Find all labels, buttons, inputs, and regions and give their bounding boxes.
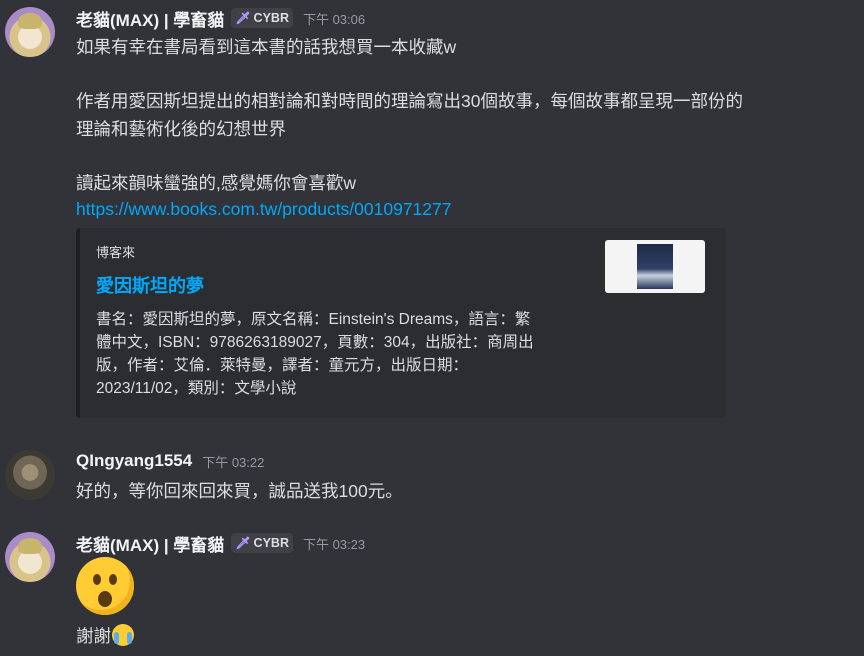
timestamp[interactable]: 下午 03:06 xyxy=(303,9,365,28)
message-header: QIngyang1554 下午 03:22 xyxy=(76,450,264,472)
sword-icon: 🗡 xyxy=(235,11,251,25)
message-link[interactable]: https://www.books.com.tw/products/001097… xyxy=(76,199,452,219)
server-tag[interactable]: 🗡 CYBR xyxy=(231,8,293,28)
avatar[interactable] xyxy=(5,532,55,582)
sob-emoji-icon[interactable] xyxy=(112,624,134,646)
embed-description-line: 2023/11/02，類別：文學小說 xyxy=(96,380,297,397)
link-embed: 博客來 愛因斯坦的夢 書名：愛因斯坦的夢，原文名稱：Einstein's Dre… xyxy=(76,228,726,418)
timestamp[interactable]: 下午 03:22 xyxy=(202,452,264,471)
message-text-row: 謝謝 xyxy=(76,623,134,648)
sword-icon: 🗡 xyxy=(235,536,251,550)
username[interactable]: 老貓(MAX) | 學畜貓 xyxy=(76,6,224,31)
username[interactable]: QIngyang1554 xyxy=(76,451,192,471)
server-tag[interactable]: 🗡 CYBR xyxy=(231,533,293,553)
message-text: 謝謝 xyxy=(76,626,111,646)
embed-provider[interactable]: 博客來 xyxy=(96,242,135,261)
message-header: 老貓(MAX) | 學畜貓 🗡 CYBR 下午 03:06 xyxy=(76,6,365,31)
server-tag-label: CYBR xyxy=(253,536,289,550)
embed-thumbnail[interactable] xyxy=(605,240,705,293)
message-text: 如果有幸在書局看到這本書的話我想買一本收藏w xyxy=(76,37,457,57)
embed-description-line: 書名：愛因斯坦的夢，原文名稱：Einstein's Dreams，語言：繁 xyxy=(96,311,531,328)
avatar[interactable] xyxy=(5,7,55,57)
message-text: 作者用愛因斯坦提出的相對論和對時間的理論寫出30個故事，每個故事都呈現一部份的 xyxy=(76,91,743,111)
timestamp[interactable]: 下午 03:23 xyxy=(303,534,365,553)
embed-description-line: 體中文，ISBN：9786263189027，頁數：304，出版社：商周出 xyxy=(96,334,534,351)
book-cover-image xyxy=(637,244,673,289)
username[interactable]: 老貓(MAX) | 學畜貓 xyxy=(76,531,224,556)
server-tag-label: CYBR xyxy=(253,11,289,25)
message-text: 讀起來韻味蠻強的,感覺媽你會喜歡w xyxy=(76,173,356,193)
embed-description: 書名：愛因斯坦的夢，原文名稱：Einstein's Dreams，語言：繁 體中… xyxy=(96,308,586,400)
embed-title[interactable]: 愛因斯坦的夢 xyxy=(96,272,204,298)
message-text: 理論和藝術化後的幻想世界 xyxy=(76,119,286,139)
message-text: 好的，等你回來回來買，誠品送我100元。 xyxy=(76,481,403,501)
hushed-face-emoji-icon[interactable] xyxy=(76,557,134,615)
message-header: 老貓(MAX) | 學畜貓 🗡 CYBR 下午 03:23 xyxy=(76,531,365,556)
avatar[interactable] xyxy=(5,450,55,500)
embed-description-line: 版，作者：艾倫．萊特曼，譯者：童元方，出版日期： xyxy=(96,357,469,374)
